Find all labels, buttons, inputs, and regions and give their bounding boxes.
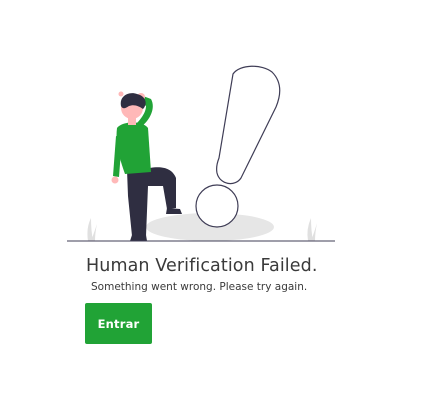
grass-left bbox=[87, 218, 97, 241]
entrar-button[interactable]: Entrar bbox=[85, 303, 152, 344]
shoe-front bbox=[166, 208, 182, 214]
page-title: Human Verification Failed. bbox=[86, 256, 318, 276]
error-illustration bbox=[67, 65, 335, 242]
shirt bbox=[116, 122, 151, 174]
grass-right bbox=[307, 218, 317, 241]
error-message: Something went wrong. Please try again. bbox=[91, 281, 308, 293]
exclamation-mark-icon bbox=[195, 65, 281, 228]
